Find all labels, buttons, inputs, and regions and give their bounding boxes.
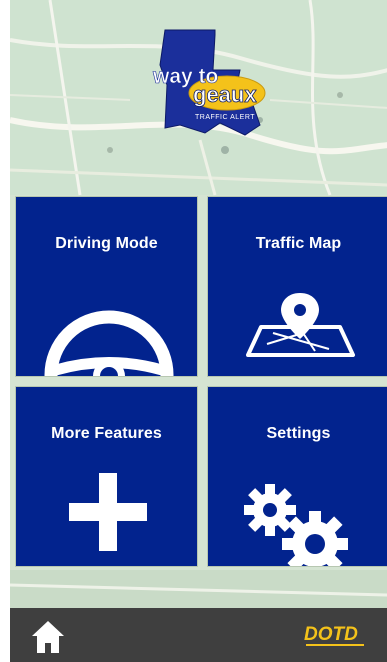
gears-icon: [244, 484, 348, 566]
plus-icon: [69, 473, 147, 551]
logo-word-2: geaux: [193, 82, 257, 107]
steering-wheel-icon: [44, 310, 174, 376]
settings-label: Settings: [266, 425, 331, 442]
dotd-logo: DOTD: [304, 624, 364, 646]
traffic-map-button[interactable]: Traffic Map: [207, 196, 387, 377]
driving-mode-label: Driving Mode: [55, 235, 158, 252]
phone-view: way to geaux TRAFFIC ALERT Driving Mode …: [10, 0, 387, 662]
dotd-brand-text: DOTD: [304, 624, 358, 645]
bottom-bar: DOTD: [10, 608, 387, 662]
settings-button[interactable]: Settings: [207, 386, 387, 567]
app-screen: way to geaux TRAFFIC ALERT Driving Mode …: [0, 0, 387, 662]
way-to-geaux-logo: way to geaux TRAFFIC ALERT: [152, 29, 266, 136]
more-features-button[interactable]: More Features: [15, 386, 198, 567]
home-icon[interactable]: [30, 619, 66, 655]
traffic-map-label: Traffic Map: [255, 235, 342, 252]
map-pin-icon: [246, 293, 355, 357]
more-features-label: More Features: [51, 425, 162, 442]
driving-mode-button[interactable]: Driving Mode: [15, 196, 198, 377]
logo-tagline: TRAFFIC ALERT: [195, 114, 255, 121]
